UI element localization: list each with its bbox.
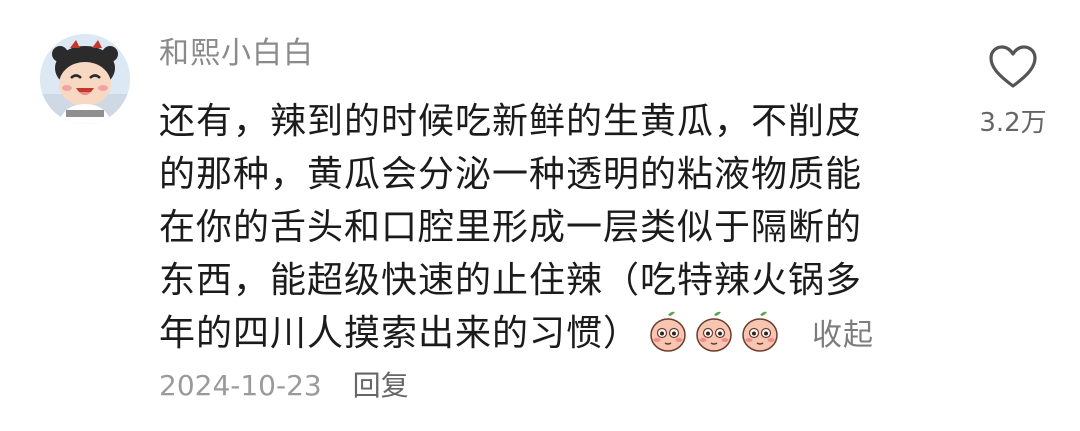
shy-peach-emoji-icon — [650, 311, 686, 352]
like-button[interactable]: 3.2万 — [975, 44, 1051, 139]
comment-text-line: 东西，能超级快速的止住辣（吃特辣火锅多 — [159, 260, 863, 301]
comment-text-line: 年的四川人摸索出来的习惯） — [159, 313, 641, 354]
comment-text-line: 还有，辣到的时候吃新鲜的生黄瓜，不削皮 — [159, 101, 863, 142]
comment-text: 还有，辣到的时候吃新鲜的生黄瓜，不削皮 的那种，黄瓜会分泌一种透明的粘液物质能 … — [159, 95, 919, 362]
comment-text-last-line: 年的四川人摸索出来的习惯） 收起 — [159, 307, 919, 362]
shy-peach-emoji-icon — [696, 311, 732, 352]
avatar[interactable] — [40, 34, 130, 124]
comment-date: 2024-10-23 — [159, 369, 322, 402]
like-count: 3.2万 — [979, 108, 1047, 138]
comment-item: 和熙小白白 还有，辣到的时候吃新鲜的生黄瓜，不削皮 的那种，黄瓜会分泌一种透明的… — [0, 0, 1080, 431]
comment-meta: 2024-10-23 回复 — [159, 366, 409, 406]
reply-button[interactable]: 回复 — [353, 369, 409, 402]
cartoon-avatar-icon — [40, 34, 130, 124]
username[interactable]: 和熙小白白 — [159, 34, 314, 74]
comment-text-line: 的那种，黄瓜会分泌一种透明的粘液物质能 — [159, 154, 863, 195]
shy-peach-emoji-icon — [742, 311, 778, 352]
emoji-group — [646, 310, 782, 354]
comment-text-line: 在你的舌头和口腔里形成一层类似于隔断的 — [159, 207, 863, 248]
heart-icon — [989, 45, 1037, 88]
collapse-button[interactable]: 收起 — [812, 318, 874, 353]
